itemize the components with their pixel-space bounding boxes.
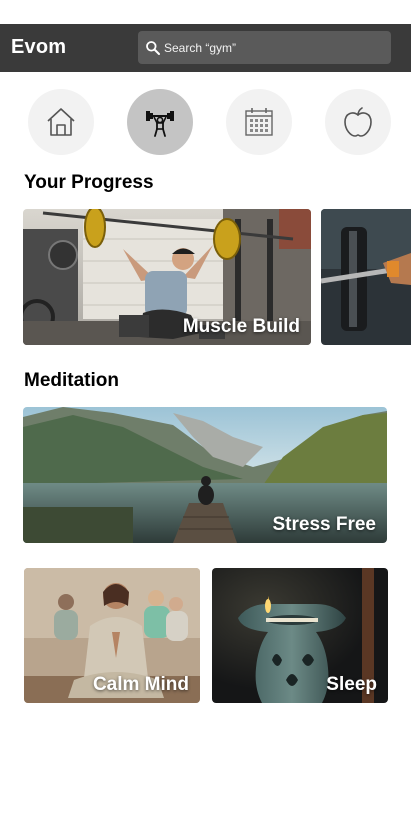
- app-header: Evom: [0, 24, 411, 72]
- card-label: Calm Mind: [92, 674, 189, 695]
- meditation-section-title: Meditation: [24, 370, 119, 391]
- search-input[interactable]: [164, 31, 384, 64]
- category-calendar-button[interactable]: [226, 89, 292, 155]
- calendar-icon: [245, 108, 273, 136]
- card-label: Muscle Build: [182, 316, 300, 337]
- meditation-card-stress-free[interactable]: Stress Free: [23, 407, 387, 543]
- app-title: Evom: [11, 36, 67, 58]
- category-home-button[interactable]: [28, 89, 94, 155]
- search-bar[interactable]: [138, 31, 391, 64]
- dumbbell-icon: [146, 111, 174, 137]
- meditation-card-calm-mind[interactable]: Calm Mind: [24, 568, 200, 703]
- meditation-card-sleep[interactable]: Sleep: [212, 568, 388, 703]
- category-workout-button[interactable]: [127, 89, 193, 155]
- card-label: Stress Free: [272, 514, 376, 535]
- progress-section-title: Your Progress: [24, 172, 154, 193]
- category-nutrition-button[interactable]: [325, 89, 391, 155]
- search-icon: [146, 41, 160, 55]
- barbell-photo: [321, 209, 411, 345]
- progress-card-muscle-build[interactable]: Muscle Build: [23, 209, 311, 345]
- card-label: Sleep: [326, 674, 377, 695]
- apple-icon: [344, 107, 372, 137]
- home-icon: [47, 108, 75, 136]
- progress-card-2[interactable]: [321, 209, 411, 345]
